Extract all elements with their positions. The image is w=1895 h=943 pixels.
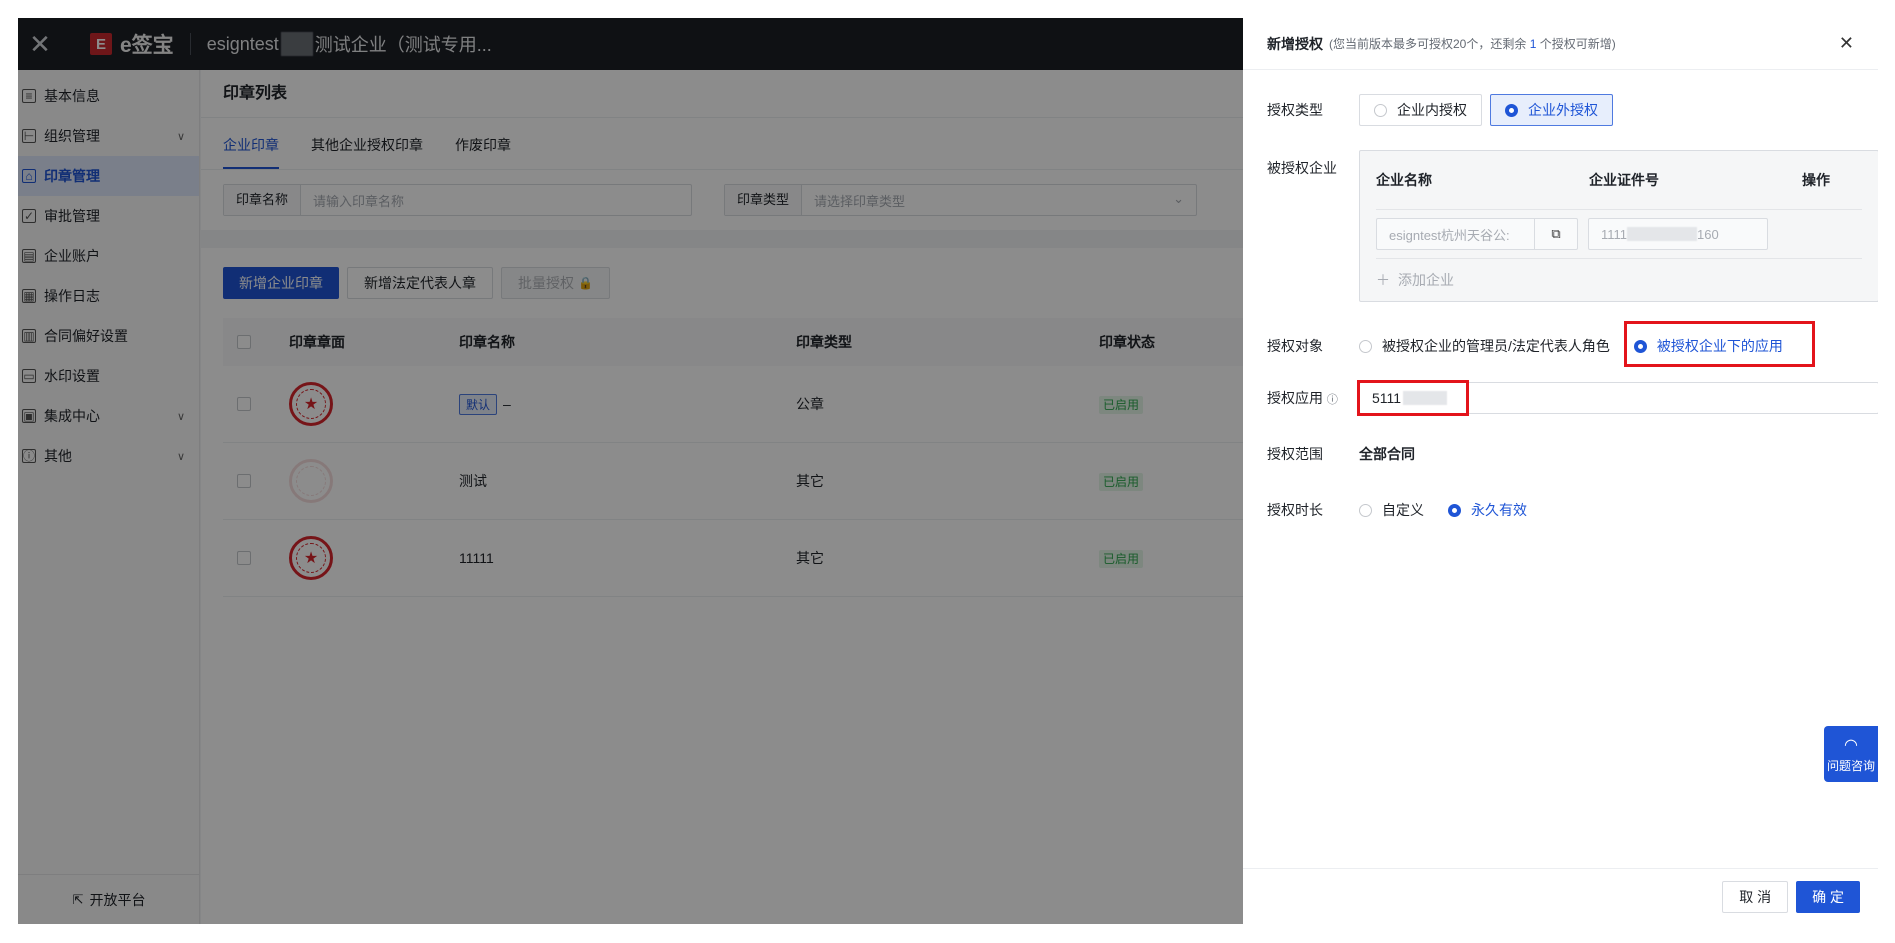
subtitle-text: 个授权可新增) bbox=[1539, 37, 1616, 51]
company-row: esigntest杭州天谷公: ⧉ 1111 160 bbox=[1376, 209, 1862, 259]
cert-prefix: 1111 bbox=[1601, 226, 1628, 242]
auth-target-admin-option[interactable]: 被授权企业的管理员/法定代表人角色 bbox=[1382, 336, 1610, 356]
radio-icon[interactable] bbox=[1359, 503, 1372, 517]
drawer-header: 新增授权 (您当前版本最多可授权20个，还剩余 1 个授权可新增) ✕ bbox=[1243, 18, 1878, 70]
col-operation: 操作 bbox=[1802, 172, 1830, 188]
authorized-company-panel: 企业名称 企业证件号 操作 esigntest杭州天谷公: ⧉ 1111 160… bbox=[1359, 150, 1878, 302]
duration-permanent-option[interactable]: 永久有效 bbox=[1471, 500, 1527, 520]
radio-icon[interactable] bbox=[1359, 339, 1372, 353]
modal-mask[interactable] bbox=[18, 18, 1243, 924]
auth-type-internal-option[interactable]: 企业内授权 bbox=[1359, 94, 1482, 126]
cert-no-field[interactable]: 1111 160 bbox=[1588, 218, 1768, 250]
auth-type-label: 授权类型 bbox=[1267, 102, 1323, 118]
auth-type-row: 授权类型 企业内授权 企业外授权 bbox=[1267, 94, 1621, 126]
auth-app-label-text: 授权应用 bbox=[1267, 390, 1323, 406]
radio-icon bbox=[1374, 103, 1387, 117]
company-picker-icon[interactable]: ⧉ bbox=[1534, 218, 1578, 250]
auth-duration-row: 授权时长 自定义 永久有效 bbox=[1267, 500, 1527, 520]
auth-scope-value: 全部合同 bbox=[1359, 446, 1415, 462]
auth-duration-label: 授权时长 bbox=[1267, 502, 1323, 518]
add-company-label: 添加企业 bbox=[1398, 272, 1454, 288]
cert-suffix: 160 bbox=[1697, 226, 1719, 242]
help-consult-button[interactable]: ◠ 问题咨询 bbox=[1824, 726, 1878, 782]
option-label: 企业内授权 bbox=[1397, 102, 1467, 118]
auth-type-external-option[interactable]: 企业外授权 bbox=[1490, 94, 1613, 126]
plus-icon: ＋ bbox=[1376, 272, 1390, 288]
drawer-footer: 取 消 确 定 bbox=[1243, 868, 1878, 924]
confirm-button[interactable]: 确 定 bbox=[1796, 880, 1860, 913]
authorized-company-label-row: 被授权企业 bbox=[1267, 158, 1359, 178]
auth-target-label: 授权对象 bbox=[1267, 338, 1323, 354]
col-cert-no: 企业证件号 bbox=[1589, 172, 1659, 188]
duration-custom-option[interactable]: 自定义 bbox=[1382, 500, 1424, 520]
radio-checked-icon[interactable] bbox=[1448, 503, 1461, 517]
highlight-box bbox=[1624, 321, 1815, 367]
add-company-button[interactable]: ＋ 添加企业 bbox=[1360, 259, 1878, 301]
auth-app-label-row: 授权应用 ⓘ bbox=[1267, 388, 1359, 408]
close-icon[interactable]: ✕ bbox=[1839, 33, 1854, 54]
drawer-title: 新增授权 bbox=[1267, 35, 1323, 52]
highlight-box bbox=[1357, 380, 1469, 416]
col-company-name: 企业名称 bbox=[1376, 172, 1432, 188]
auth-scope-row: 授权范围 全部合同 bbox=[1267, 444, 1415, 464]
auth-scope-label: 授权范围 bbox=[1267, 446, 1323, 462]
company-name-field[interactable]: esigntest杭州天谷公: bbox=[1376, 218, 1534, 250]
redacted-block bbox=[1627, 227, 1698, 241]
help-consult-label: 问题咨询 bbox=[1826, 758, 1875, 773]
subtitle-text: (您当前版本最多可授权20个，还剩余 bbox=[1329, 37, 1527, 51]
add-authorization-drawer: 新增授权 (您当前版本最多可授权20个，还剩余 1 个授权可新增) ✕ 授权类型… bbox=[1243, 18, 1878, 924]
option-label: 企业外授权 bbox=[1528, 102, 1598, 118]
cancel-button[interactable]: 取 消 bbox=[1722, 880, 1789, 913]
headset-icon: ◠ bbox=[1844, 736, 1858, 754]
panel-header: 企业名称 企业证件号 操作 bbox=[1360, 151, 1878, 209]
help-circle-icon[interactable]: ⓘ bbox=[1327, 394, 1338, 406]
drawer-subtitle: (您当前版本最多可授权20个，还剩余 1 个授权可新增) bbox=[1329, 35, 1616, 52]
authorized-company-label: 被授权企业 bbox=[1267, 160, 1337, 176]
auth-app-label: 授权应用 ⓘ bbox=[1267, 388, 1359, 408]
radio-checked-icon bbox=[1505, 103, 1518, 117]
remaining-count: 1 bbox=[1529, 37, 1537, 51]
app-window: ✕ E e签宝 esigntest 测试企业（测试专用... ≡ 基本信息 ⊢ 组织管… bbox=[18, 18, 1878, 924]
